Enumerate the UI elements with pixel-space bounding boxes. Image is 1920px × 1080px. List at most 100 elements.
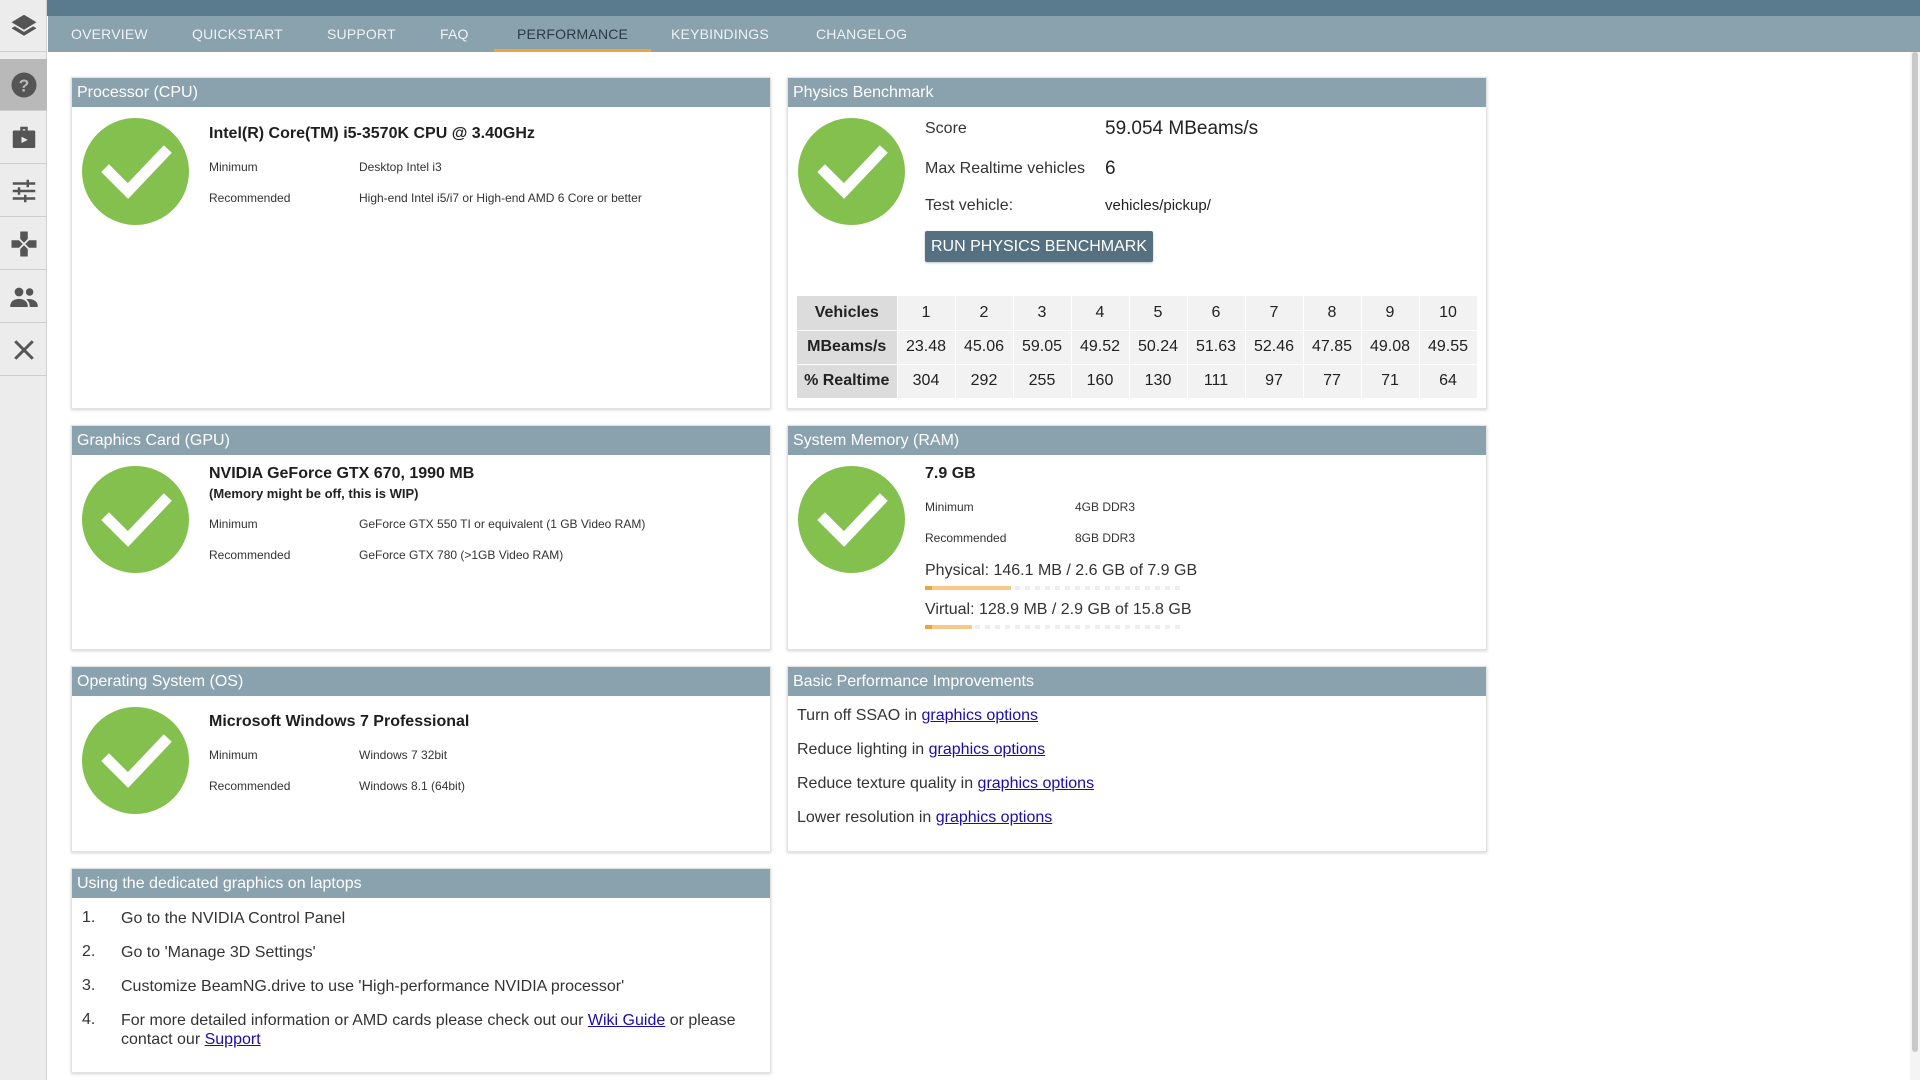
ram-min-label: Minimum (925, 500, 974, 514)
tab-performance[interactable]: PERFORMANCE (494, 16, 652, 52)
os-header: Operating System (OS) (72, 667, 770, 696)
check-icon (82, 466, 189, 573)
gpu-rec-value: GeForce GTX 780 (>1GB Video RAM) (359, 548, 564, 562)
score-label: Score (925, 120, 967, 137)
tip-text: Lower resolution in (797, 809, 936, 826)
gpu-name: NVIDIA GeForce GTX 670, 1990 MB (209, 465, 475, 482)
physical-memory-bar-fill (925, 586, 1011, 590)
support-link[interactable]: Support (205, 1031, 261, 1048)
tip-item: Turn off SSAO in graphics options (797, 707, 1038, 725)
tab-support[interactable]: SUPPORT (304, 16, 419, 52)
laptop-header: Using the dedicated graphics on laptops (72, 869, 770, 898)
table-cell: 45.06 (955, 330, 1014, 365)
table-cell: 47.85 (1303, 330, 1362, 365)
close-icon[interactable] (0, 324, 47, 376)
tab-overview[interactable]: OVERVIEW (48, 16, 171, 52)
row-header: % Realtime (797, 364, 898, 399)
tab-changelog[interactable]: CHANGELOG (793, 16, 930, 52)
table-cell: 52.46 (1245, 330, 1304, 365)
tab-quickstart[interactable]: QUICKSTART (169, 16, 306, 52)
max-realtime-label: Max Realtime vehicles (925, 160, 1086, 177)
table-cell: 10 (1419, 296, 1478, 331)
help-icon[interactable]: ? (0, 59, 47, 111)
tab-keybindings[interactable]: KEYBINDINGS (648, 16, 792, 52)
max-realtime-value: 6 (1105, 158, 1116, 179)
table-cell: 111 (1187, 364, 1246, 399)
graphics-options-link[interactable]: graphics options (922, 707, 1039, 724)
cpu-rec-value: High-end Intel i5/i7 or High-end AMD 6 C… (359, 191, 642, 205)
tip-item: Lower resolution in graphics options (797, 809, 1052, 827)
check-icon (82, 118, 189, 225)
step-text: Customize BeamNG.drive to use 'High-perf… (121, 978, 625, 995)
gpu-rec-label: Recommended (209, 548, 291, 562)
briefcase-icon[interactable] (0, 112, 47, 164)
os-panel: Operating System (OS) Microsoft Windows … (71, 666, 771, 852)
table-cell: 77 (1303, 364, 1362, 399)
table-cell: 130 (1129, 364, 1188, 399)
scrollbar-thumb[interactable] (1912, 52, 1918, 1052)
graphics-options-link[interactable]: graphics options (978, 775, 1095, 792)
row-header: MBeams/s (797, 330, 898, 365)
cpu-name: Intel(R) Core(TM) i5-3570K CPU @ 3.40GHz (209, 125, 535, 142)
tip-item: Reduce texture quality in graphics optio… (797, 775, 1094, 793)
gpu-note: (Memory might be off, this is WIP) (209, 486, 419, 501)
sidebar: ? (0, 0, 47, 1080)
tips-header: Basic Performance Improvements (788, 667, 1486, 696)
table-cell: 51.63 (1187, 330, 1246, 365)
tip-text: Reduce lighting in (797, 741, 929, 758)
cpu-min-value: Desktop Intel i3 (359, 160, 442, 174)
step-text: Go to the NVIDIA Control Panel (121, 910, 346, 927)
gpu-min-value: GeForce GTX 550 TI or equivalent (1 GB V… (359, 517, 646, 531)
table-cell: 160 (1071, 364, 1130, 399)
table-cell: 64 (1419, 364, 1478, 399)
table-cell: 7 (1245, 296, 1304, 331)
test-vehicle-value: vehicles/pickup/ (1105, 197, 1211, 214)
step-number: 3. (82, 977, 96, 994)
os-min-label: Minimum (209, 748, 258, 762)
scrollbar[interactable] (1910, 52, 1920, 1080)
score-value: 59.054 MBeams/s (1105, 118, 1259, 139)
tab-faq[interactable]: FAQ (417, 16, 492, 52)
vehicles-row: Vehicles 1 2 3 4 5 6 7 8 9 10 (797, 296, 1478, 331)
layers-icon[interactable] (0, 0, 47, 52)
ram-total: 7.9 GB (925, 465, 976, 482)
gpu-min-label: Minimum (209, 517, 258, 531)
table-cell: 59.05 (1013, 330, 1072, 365)
physics-panel: Physics Benchmark Score 59.054 MBeams/s … (787, 77, 1487, 409)
virtual-memory-bar-fill (925, 625, 972, 629)
check-icon (798, 466, 905, 573)
check-icon (82, 707, 189, 814)
step-number: 1. (82, 909, 96, 926)
table-cell: 49.52 (1071, 330, 1130, 365)
sliders-icon[interactable] (0, 165, 47, 217)
table-cell: 71 (1361, 364, 1420, 399)
table-cell: 50.24 (1129, 330, 1188, 365)
gamepad-icon[interactable] (0, 218, 47, 270)
table-cell: 292 (955, 364, 1014, 399)
ram-header: System Memory (RAM) (788, 426, 1486, 455)
graphics-options-link[interactable]: graphics options (936, 809, 1053, 826)
step-text: For more detailed information or AMD car… (121, 1011, 741, 1049)
gpu-panel: Graphics Card (GPU) NVIDIA GeForce GTX 6… (71, 425, 771, 650)
people-icon[interactable] (0, 271, 47, 323)
mbeams-row: MBeams/s 23.48 45.06 59.05 49.52 50.24 51.63 52… (797, 330, 1478, 365)
step-number: 2. (82, 943, 96, 960)
ram-panel: System Memory (RAM) 7.9 GB Minimum 4GB D… (787, 425, 1487, 650)
table-cell: 3 (1013, 296, 1072, 331)
table-cell: 23.48 (897, 330, 956, 365)
cpu-min-label: Minimum (209, 160, 258, 174)
physical-memory-text: Physical: 146.1 MB / 2.6 GB of 7.9 GB (925, 562, 1198, 579)
ram-rec-value: 8GB DDR3 (1075, 531, 1136, 545)
table-cell: 97 (1245, 364, 1304, 399)
ram-rec-label: Recommended (925, 531, 1007, 545)
step-text: Go to 'Manage 3D Settings' (121, 944, 316, 961)
table-cell: 1 (897, 296, 956, 331)
step-number: 4. (82, 1011, 96, 1028)
check-icon (798, 118, 905, 225)
graphics-options-link[interactable]: graphics options (929, 741, 1046, 758)
gpu-header: Graphics Card (GPU) (72, 426, 770, 455)
run-benchmark-button[interactable]: RUN PHYSICS BENCHMARK (925, 231, 1154, 262)
wiki-guide-link[interactable]: Wiki Guide (588, 1012, 665, 1029)
tab-bar: OVERVIEW QUICKSTART SUPPORT FAQ PERFORMA… (48, 16, 1920, 52)
table-cell: 2 (955, 296, 1014, 331)
